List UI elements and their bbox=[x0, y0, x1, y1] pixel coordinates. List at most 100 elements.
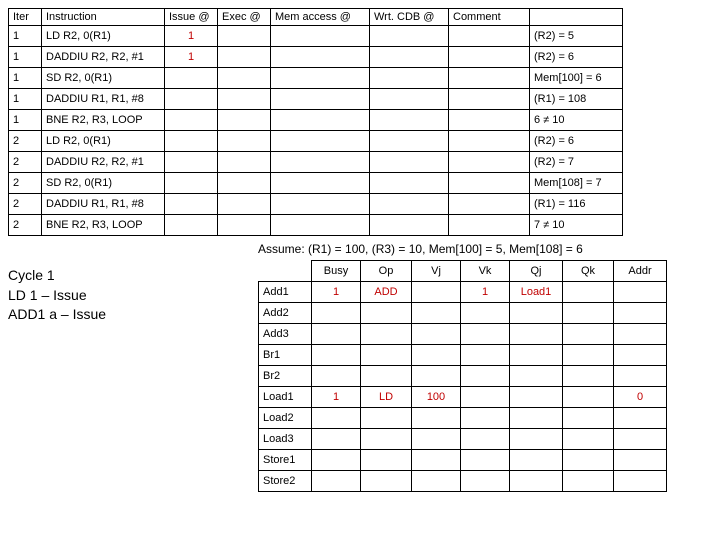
cell bbox=[370, 26, 449, 47]
assumption-text: Assume: (R1) = 100, (R3) = 10, Mem[100] … bbox=[258, 242, 712, 256]
rs-col-qk: Qk bbox=[563, 261, 614, 282]
cell: 1 bbox=[312, 387, 361, 408]
cell: 1 bbox=[312, 282, 361, 303]
cycle-line-2: ADD1 a – Issue bbox=[8, 305, 258, 325]
cell: 7 ≠ 10 bbox=[530, 215, 623, 236]
table-row: Load2 bbox=[259, 408, 667, 429]
cell bbox=[165, 215, 218, 236]
cell bbox=[361, 345, 412, 366]
cell bbox=[218, 215, 271, 236]
instruction-table-header: Iter Instruction Issue @ Exec @ Mem acce… bbox=[9, 9, 623, 26]
cell bbox=[614, 471, 667, 492]
cell: LD R2, 0(R1) bbox=[42, 26, 165, 47]
cell bbox=[370, 152, 449, 173]
cell bbox=[361, 408, 412, 429]
rs-col-qj: Qj bbox=[510, 261, 563, 282]
cell: ADD bbox=[361, 282, 412, 303]
cell bbox=[412, 471, 461, 492]
cell bbox=[510, 387, 563, 408]
cell bbox=[165, 173, 218, 194]
cell: Store2 bbox=[259, 471, 312, 492]
rs-col-vj: Vj bbox=[412, 261, 461, 282]
col-mem-access: Mem access @ bbox=[271, 9, 370, 26]
table-row: 2BNE R2, R3, LOOP7 ≠ 10 bbox=[9, 215, 623, 236]
cell bbox=[271, 26, 370, 47]
cell: Load1 bbox=[259, 387, 312, 408]
table-row: 1DADDIU R1, R1, #8(R1) = 108 bbox=[9, 89, 623, 110]
rs-col-op: Op bbox=[361, 261, 412, 282]
cell bbox=[412, 429, 461, 450]
cell bbox=[370, 110, 449, 131]
cell bbox=[563, 408, 614, 429]
col-wrt-cdb: Wrt. CDB @ bbox=[370, 9, 449, 26]
rs-col-addr: Addr bbox=[614, 261, 667, 282]
cell: Br2 bbox=[259, 366, 312, 387]
cell bbox=[165, 152, 218, 173]
cell: Br1 bbox=[259, 345, 312, 366]
col-issue: Issue @ bbox=[165, 9, 218, 26]
table-row: Load3 bbox=[259, 429, 667, 450]
cell bbox=[449, 89, 530, 110]
cell bbox=[449, 26, 530, 47]
cell bbox=[461, 366, 510, 387]
cell bbox=[563, 366, 614, 387]
cell bbox=[218, 152, 271, 173]
cell: 100 bbox=[412, 387, 461, 408]
cell: BNE R2, R3, LOOP bbox=[42, 215, 165, 236]
cell bbox=[461, 324, 510, 345]
cell bbox=[461, 471, 510, 492]
cell bbox=[449, 131, 530, 152]
rs-table-header: Busy Op Vj Vk Qj Qk Addr bbox=[259, 261, 667, 282]
cell bbox=[312, 324, 361, 345]
col-exec: Exec @ bbox=[218, 9, 271, 26]
cell bbox=[510, 366, 563, 387]
cell: SD R2, 0(R1) bbox=[42, 173, 165, 194]
instruction-table: Iter Instruction Issue @ Exec @ Mem acce… bbox=[8, 8, 623, 236]
cell bbox=[271, 89, 370, 110]
rs-col-name bbox=[259, 261, 312, 282]
cell: Add1 bbox=[259, 282, 312, 303]
cell: DADDIU R2, R2, #1 bbox=[42, 47, 165, 68]
cell bbox=[271, 215, 370, 236]
table-row: Store1 bbox=[259, 450, 667, 471]
cell bbox=[510, 471, 563, 492]
cell: (R2) = 5 bbox=[530, 26, 623, 47]
cell bbox=[449, 215, 530, 236]
cell: Mem[100] = 6 bbox=[530, 68, 623, 89]
cell bbox=[614, 408, 667, 429]
table-row: 1LD R2, 0(R1)1(R2) = 5 bbox=[9, 26, 623, 47]
cell bbox=[449, 68, 530, 89]
cell bbox=[165, 110, 218, 131]
cell bbox=[614, 429, 667, 450]
cell bbox=[361, 429, 412, 450]
cell bbox=[614, 366, 667, 387]
cell bbox=[271, 173, 370, 194]
cell bbox=[312, 429, 361, 450]
cell: Add3 bbox=[259, 324, 312, 345]
cell: Add2 bbox=[259, 303, 312, 324]
cell: (R1) = 116 bbox=[530, 194, 623, 215]
cell: Mem[108] = 7 bbox=[530, 173, 623, 194]
cell: 0 bbox=[614, 387, 667, 408]
cell bbox=[614, 450, 667, 471]
cell bbox=[361, 450, 412, 471]
cell bbox=[614, 303, 667, 324]
cell bbox=[563, 324, 614, 345]
cell bbox=[461, 408, 510, 429]
col-result bbox=[530, 9, 623, 26]
cell: 2 bbox=[9, 173, 42, 194]
cell: 6 ≠ 10 bbox=[530, 110, 623, 131]
cell bbox=[563, 345, 614, 366]
cell bbox=[361, 366, 412, 387]
cell bbox=[510, 324, 563, 345]
cycle-block: Cycle 1 LD 1 – Issue ADD1 a – Issue bbox=[8, 260, 258, 325]
cell: 1 bbox=[9, 89, 42, 110]
cell bbox=[218, 47, 271, 68]
cell: DADDIU R1, R1, #8 bbox=[42, 89, 165, 110]
cell bbox=[563, 471, 614, 492]
table-row: 1DADDIU R2, R2, #11(R2) = 6 bbox=[9, 47, 623, 68]
cell: 1 bbox=[9, 68, 42, 89]
col-comment: Comment bbox=[449, 9, 530, 26]
cell: BNE R2, R3, LOOP bbox=[42, 110, 165, 131]
cell bbox=[312, 408, 361, 429]
